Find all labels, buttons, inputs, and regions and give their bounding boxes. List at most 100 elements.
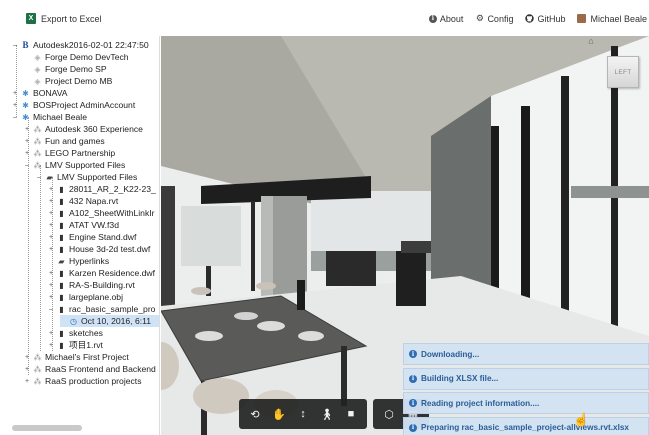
tree-node-hub-autodesk[interactable]: – B Autodesk2016-02-01 22:47:50 xyxy=(12,39,149,51)
tree-node-file[interactable]: + ▮ Engine Stand.dwf xyxy=(48,231,136,243)
tree-node-project[interactable]: ◈ Forge Demo SP xyxy=(24,63,106,75)
tree-node-project[interactable]: + ⁂ LEGO Partnership xyxy=(24,147,115,159)
expand-icon[interactable]: + xyxy=(48,222,54,229)
hub-icon: ✱ xyxy=(22,100,29,110)
orbit-icon[interactable]: ⟲ xyxy=(243,399,267,429)
tree-node-version-selected[interactable]: ◷ Oct 10, 2016, 6:11 xyxy=(60,315,159,327)
expand-icon[interactable]: + xyxy=(48,246,54,253)
tree-node-project[interactable]: + ⁂ Autodesk 360 Experience xyxy=(24,123,143,135)
notification-text: Preparing rac_basic_sample_project-allvi… xyxy=(421,423,629,432)
tree-node-hub-bonava[interactable]: + ✱ BONAVA xyxy=(12,87,68,99)
collapse-icon[interactable]: – xyxy=(12,114,18,121)
notification-building-xlsx[interactable]: i Building XLSX file... xyxy=(403,367,649,390)
collapse-icon[interactable]: – xyxy=(48,306,54,313)
tree-node-label: 28011_AR_2_K22-23_ xyxy=(69,184,156,194)
tree-node-project[interactable]: + ⁂ RaaS production projects xyxy=(24,375,142,387)
collapse-icon[interactable]: – xyxy=(36,174,42,181)
tree-node-project[interactable]: + ⁂ RaaS Frontend and Backend xyxy=(24,363,156,375)
avatar[interactable] xyxy=(577,14,587,23)
tree-node-label: Fun and games xyxy=(45,136,105,146)
about-link[interactable]: i About xyxy=(428,13,464,24)
tree-node-project[interactable]: + ⁂ Fun and games xyxy=(24,135,105,147)
expand-icon[interactable]: + xyxy=(24,138,30,145)
tree-node-file[interactable]: + ▮ Karzen Residence.dwf xyxy=(48,267,155,279)
notification-text: Downloading... xyxy=(421,349,480,359)
project-icon: ⁂ xyxy=(33,148,42,158)
tree-node-file[interactable]: + ▮ A102_SheetWithLinkIr xyxy=(48,207,155,219)
tree-node-project[interactable]: + ⁂ Michael's First Project xyxy=(24,351,129,363)
expand-icon[interactable]: + xyxy=(48,270,54,277)
expand-icon[interactable]: + xyxy=(24,126,30,133)
user-name[interactable]: Michael Beale xyxy=(590,14,647,24)
tree-node-file[interactable]: – ▮ rac_basic_sample_pro xyxy=(48,303,155,315)
tree-node-file[interactable]: + ▮ ATAT VW.f3d xyxy=(48,219,119,231)
tree-node-label: Engine Stand.dwf xyxy=(69,232,137,242)
tree-node-label: Project Demo MB xyxy=(45,76,113,86)
tree-node-hub-bosproject[interactable]: + ✱ BOSProject AdminAccount xyxy=(12,99,135,111)
config-link[interactable]: ⚙ Config xyxy=(475,13,514,24)
expand-icon[interactable]: + xyxy=(48,198,54,205)
expand-icon[interactable]: + xyxy=(48,342,54,349)
tree-node-file[interactable]: + ▮ sketches xyxy=(48,327,103,339)
folder-open-icon: ▰ xyxy=(58,256,65,266)
view-cube[interactable]: LEFT xyxy=(607,56,639,88)
expand-icon[interactable]: + xyxy=(24,150,30,157)
project-icon: ⁂ xyxy=(33,160,42,170)
notification-preparing-file[interactable]: i Preparing rac_basic_sample_project-all… xyxy=(403,416,649,435)
first-person-icon[interactable]: 🚶︎ xyxy=(315,399,339,429)
file-icon: ▮ xyxy=(59,340,64,350)
tree-node-label: Michael's First Project xyxy=(45,352,129,362)
model-browser-icon[interactable]: ⬡ xyxy=(377,399,401,429)
collapse-icon[interactable]: – xyxy=(12,42,18,49)
tree-horizontal-scrollbar[interactable] xyxy=(12,425,82,431)
project-tree: – B Autodesk2016-02-01 22:47:50 ◈ Forge … xyxy=(0,36,160,435)
tree-node-project[interactable]: ◈ Project Demo MB xyxy=(24,75,112,87)
export-to-excel-button[interactable]: X Export to Excel xyxy=(26,13,102,24)
expand-icon[interactable]: + xyxy=(24,378,30,385)
hub-icon: ✱ xyxy=(22,112,29,122)
tree-node-file[interactable]: + ▮ House 3d-2d test.dwf xyxy=(48,243,150,255)
tree-node-label: Autodesk2016-02-01 22:47:50 xyxy=(33,40,149,50)
tree-node-project[interactable]: ◈ Forge Demo DevTech xyxy=(24,51,128,63)
tree-node-label: ATAT VW.f3d xyxy=(69,220,119,230)
notification-downloading[interactable]: i Downloading... xyxy=(403,343,649,365)
expand-icon[interactable]: + xyxy=(12,102,18,109)
expand-icon[interactable]: + xyxy=(24,354,30,361)
tree-node-project[interactable]: – ⁂ LMV Supported Files xyxy=(24,159,125,171)
notification-text: Building XLSX file... xyxy=(421,374,499,383)
tree-node-file[interactable]: + ▮ 项目1.rvt xyxy=(48,339,103,351)
pan-icon[interactable]: ✋ xyxy=(267,399,291,429)
tree-node-label: LEGO Partnership xyxy=(45,148,116,158)
expand-icon[interactable]: + xyxy=(48,186,54,193)
github-link[interactable]: GitHub xyxy=(525,14,565,24)
tree-node-file[interactable]: + ▮ 28011_AR_2_K22-23_ xyxy=(48,183,156,195)
home-view-icon[interactable]: ⌂ xyxy=(585,36,597,46)
expand-icon[interactable]: + xyxy=(48,282,54,289)
notification-reading-project[interactable]: i Reading project information.... xyxy=(403,392,649,414)
zoom-icon[interactable]: ↕ xyxy=(291,399,315,429)
tree-node-file[interactable]: + ▮ 432 Napa.rvt xyxy=(48,195,118,207)
expand-icon[interactable]: + xyxy=(12,90,18,97)
expand-icon[interactable]: + xyxy=(48,210,54,217)
tree-node-file[interactable]: + ▮ largeplane.obj xyxy=(48,291,123,303)
expand-icon[interactable]: + xyxy=(48,234,54,241)
tree-node-label: rac_basic_sample_pro xyxy=(69,304,156,314)
file-icon: ▮ xyxy=(59,292,64,302)
expand-icon[interactable]: + xyxy=(24,366,30,373)
tree-node-label: sketches xyxy=(69,328,103,338)
tree-node-hub-michael-beale[interactable]: – ✱ Michael Beale xyxy=(12,111,87,123)
tree-node-file[interactable]: + ▮ RA-S-Building.rvt xyxy=(48,279,135,291)
expand-icon[interactable]: + xyxy=(48,294,54,301)
tree-node-label: Autodesk 360 Experience xyxy=(45,124,143,134)
model-viewer[interactable]: ⌂ LEFT ⟲ ✋ ↕ 🚶︎ ■ ⬡ ▦ i Downloading... i… xyxy=(161,36,649,435)
top-bar: X Export to Excel i About ⚙ Config GitHu… xyxy=(0,0,649,36)
project-icon: ⁂ xyxy=(33,364,42,374)
about-label: About xyxy=(439,13,464,24)
collapse-icon[interactable]: – xyxy=(24,162,30,169)
project-icon: ◈ xyxy=(34,76,41,86)
expand-icon[interactable]: + xyxy=(48,330,54,337)
camera-icon[interactable]: ■ xyxy=(339,399,363,429)
tree-node-folder[interactable]: ▰ Hyperlinks xyxy=(48,255,109,267)
tree-node-label: House 3d-2d test.dwf xyxy=(69,244,151,254)
tree-node-folder[interactable]: – ▰ LMV Supported Files xyxy=(36,171,137,183)
